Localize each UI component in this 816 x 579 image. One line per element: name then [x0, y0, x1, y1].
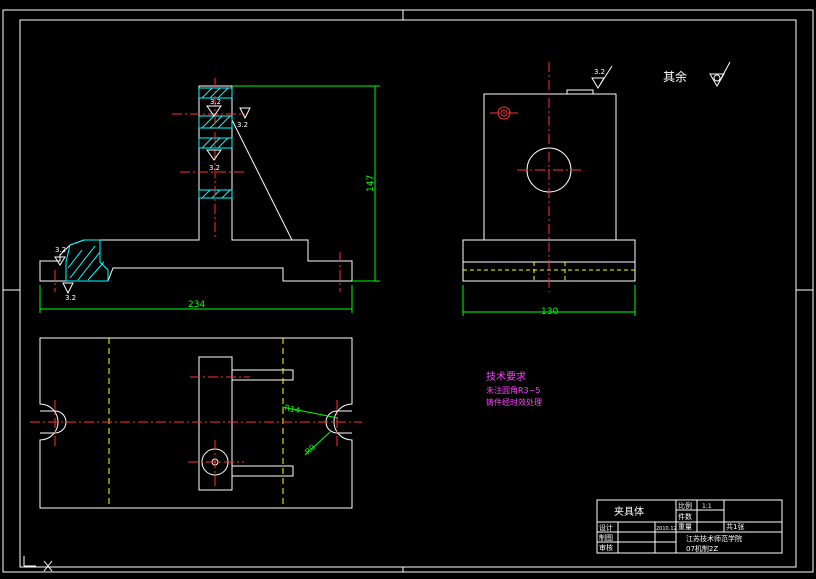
sheet-frame [2, 9, 814, 573]
tech-req-title: 技术要求 [486, 370, 526, 383]
dim-r14: R14 [284, 403, 301, 415]
rib-line [231, 119, 293, 241]
dim-length-234: 234 [188, 300, 205, 310]
tb-review-label: 审核 [599, 543, 613, 552]
other-roughness-label: 其余 [663, 69, 687, 84]
side-view: 130 3.2 其余 [462, 61, 731, 317]
tb-weight-label: 重量 [678, 523, 692, 531]
roughness-label-4: 3.2 [55, 246, 66, 254]
cad-drawing-canvas: 3.2 3.2 3.2 3.2 3.2 234 147 130 3.2 其余 R… [2, 9, 814, 573]
tb-class: 07机制2Z [686, 544, 718, 553]
roughness-label-2: 3.2 [237, 121, 248, 129]
front-view-outline [39, 85, 353, 282]
base-hatch [65, 239, 109, 282]
roughness-label-3: 3.2 [209, 164, 220, 172]
tech-req-line2: 铸件经时效处理 [486, 397, 542, 407]
tb-scale-label: 比例 [678, 501, 692, 510]
front-view: 3.2 3.2 3.2 3.2 3.2 234 147 [39, 78, 380, 313]
top-centerlines [30, 376, 362, 490]
roughness-symbols-front [54, 105, 251, 295]
tb-school: 江苏技术师范学院 [686, 534, 742, 543]
tech-req-line1: 未注圆角R3~5 [486, 385, 540, 395]
front-centerlines [54, 78, 341, 292]
tb-design-label: 设计 [599, 523, 613, 532]
technical-requirements: 技术要求 未注圆角R3~5 铸件经时效处理 [486, 370, 542, 407]
title-block: 夹具体 比例 1:1 件数 重量 共1张 设计 2010.12 制图 审核 江苏… [596, 499, 783, 554]
dim-height-147: 147 [366, 175, 376, 192]
tb-count-label: 件数 [678, 512, 692, 521]
top-view: R14 R9 [30, 337, 362, 509]
dim-width-130: 130 [541, 307, 558, 317]
ucs-icon [23, 556, 53, 572]
top-outline [39, 337, 353, 509]
tb-scale-value: 1:1 [702, 503, 712, 510]
tb-design-date: 2010.12 [656, 526, 677, 532]
tb-draw-label: 制图 [599, 533, 613, 542]
side-centerlines [490, 62, 582, 292]
tb-part-name: 夹具体 [614, 505, 644, 518]
tb-sheet-label: 共1张 [726, 522, 744, 531]
roughness-label-1: 3.2 [210, 98, 221, 106]
other-roughness-icon [709, 61, 731, 87]
roughness-label-side: 3.2 [594, 68, 605, 76]
roughness-label-5: 3.2 [65, 294, 76, 302]
